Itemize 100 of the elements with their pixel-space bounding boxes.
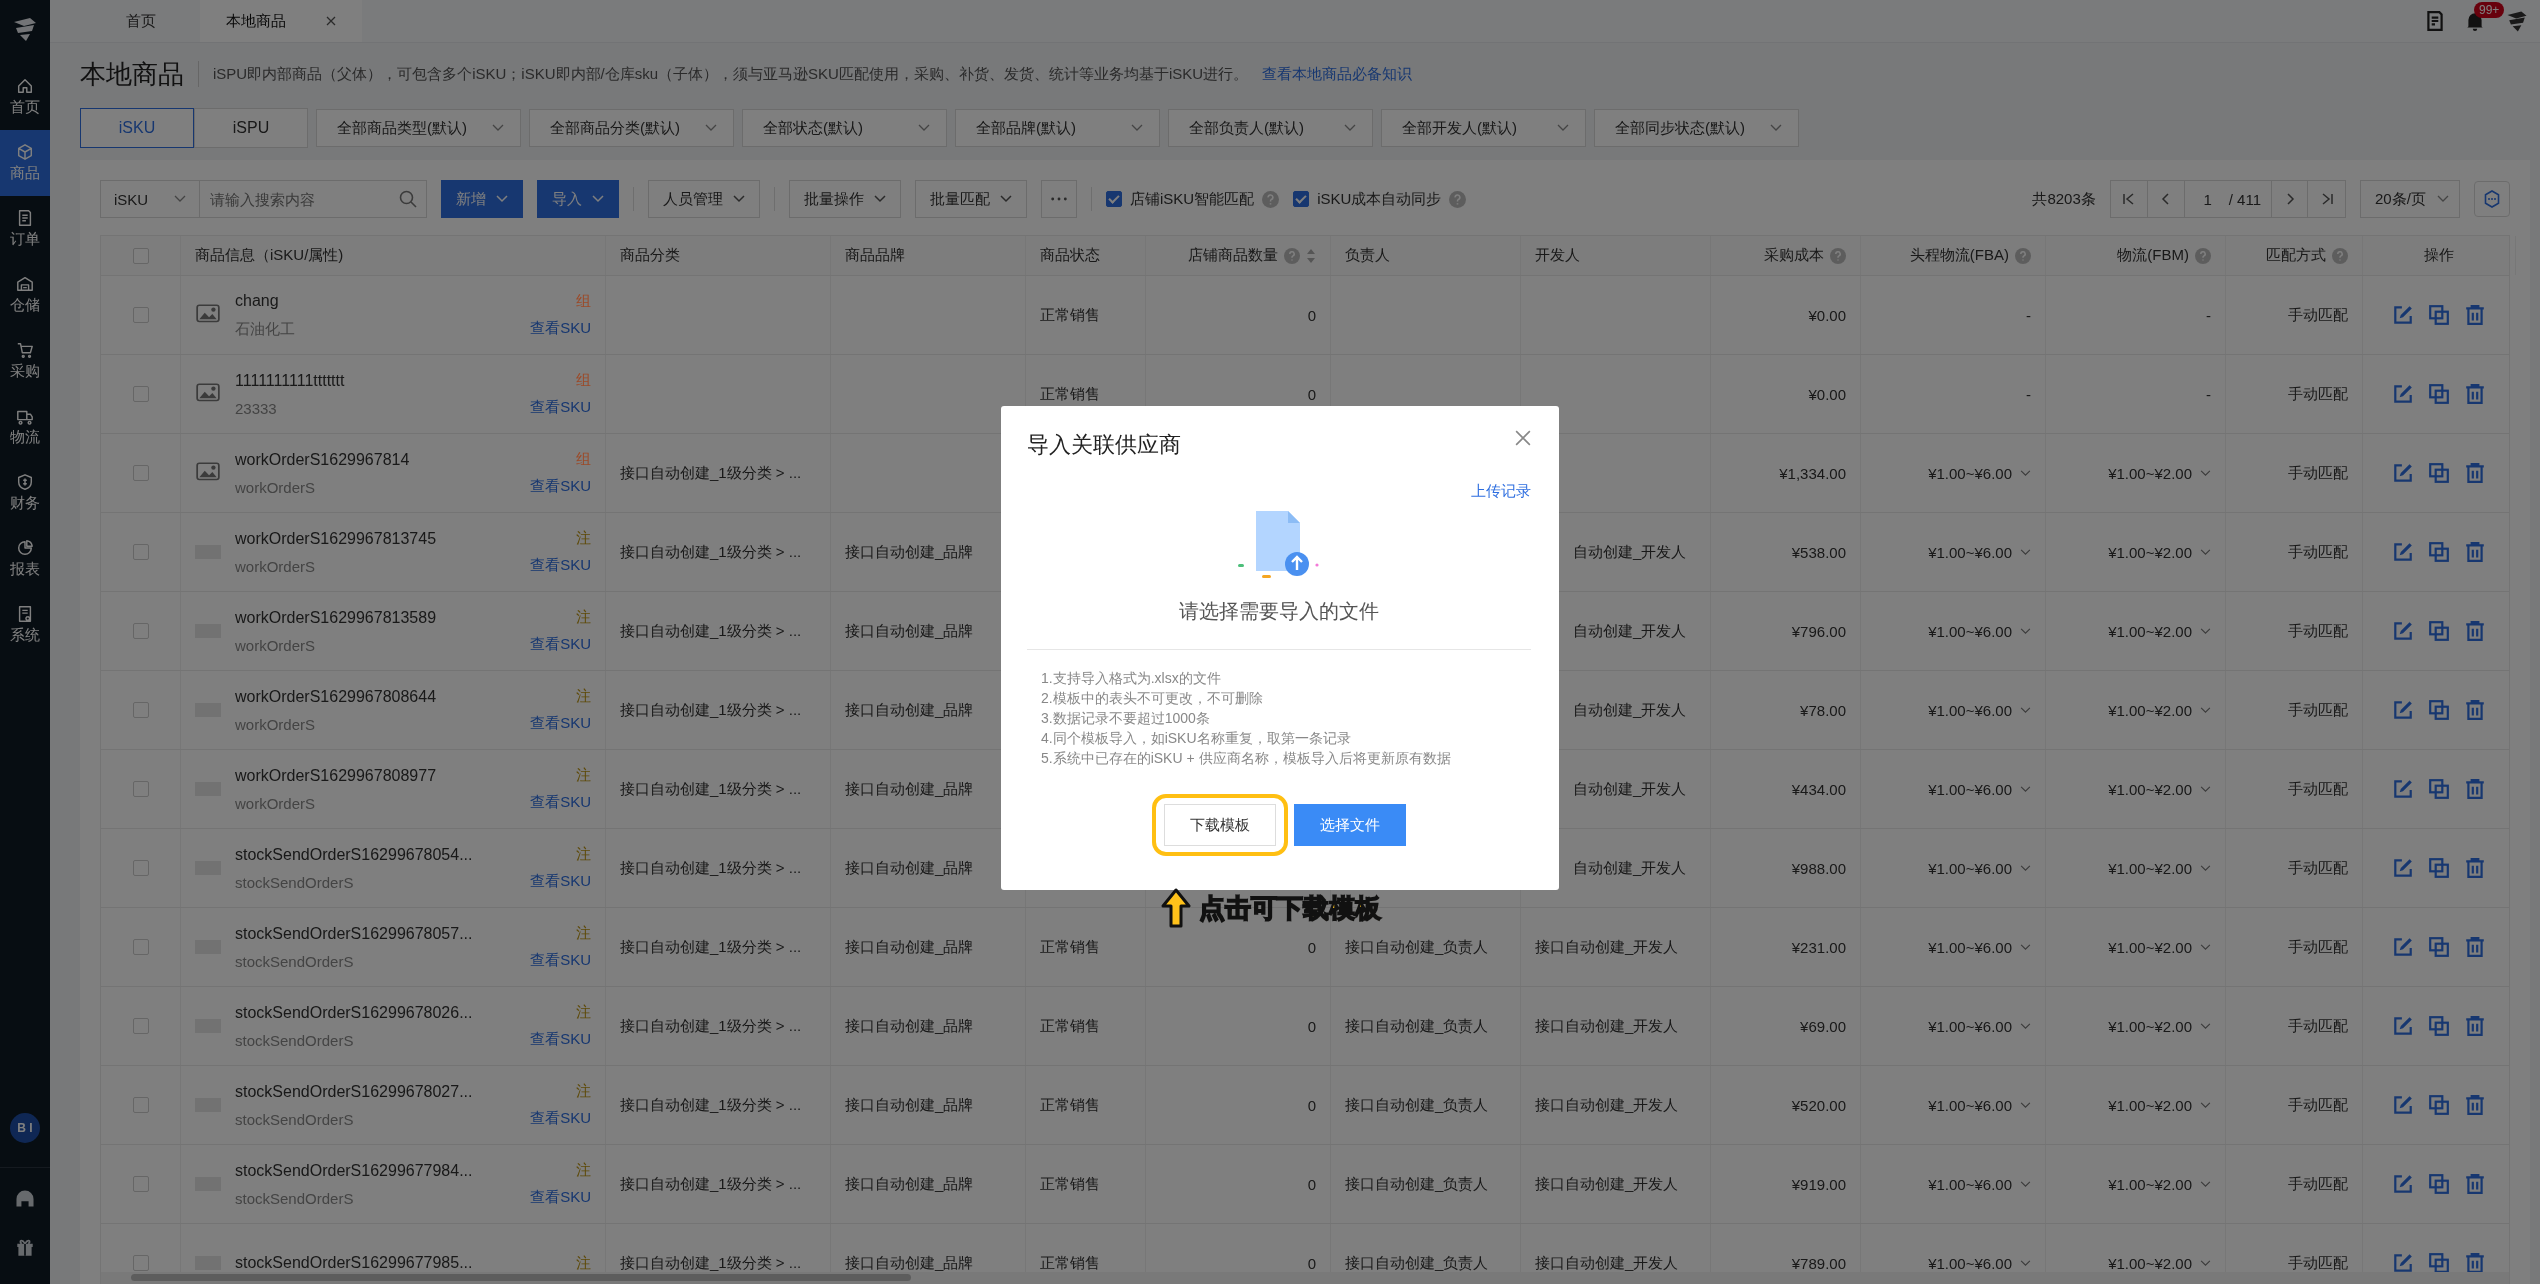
checkbox[interactable] <box>132 465 149 481</box>
copy-icon[interactable] <box>2428 699 2450 721</box>
price-range-dropdown[interactable]: ¥1.00~¥6.00 <box>1928 859 2031 877</box>
view-sku-link[interactable]: 查看SKU <box>530 872 591 891</box>
edit-icon[interactable] <box>2392 1252 2414 1272</box>
price-range-dropdown[interactable]: ¥1.00~¥6.00 <box>1928 1175 2031 1193</box>
notes-icon[interactable] <box>2424 10 2446 32</box>
edit-icon[interactable] <box>2392 1015 2414 1037</box>
dropdown-button[interactable]: 批量匹配 <box>915 180 1027 218</box>
filter-select[interactable]: 全部状态(默认) <box>742 109 947 147</box>
filter-select[interactable]: 全部开发人(默认) <box>1381 109 1586 147</box>
checkbox[interactable] <box>132 781 149 797</box>
edit-icon[interactable] <box>2392 699 2414 721</box>
dropdown-button[interactable]: 人员管理 <box>648 180 760 218</box>
price-range-dropdown[interactable]: ¥1.00~¥2.00 <box>2108 543 2211 561</box>
edit-icon[interactable] <box>2392 778 2414 800</box>
view-sku-link[interactable]: 查看SKU <box>530 319 591 338</box>
sidebar-item[interactable]: 报表 <box>0 526 50 592</box>
copy-icon[interactable] <box>2428 778 2450 800</box>
dropdown-button[interactable]: 批量操作 <box>789 180 901 218</box>
dropdown-button[interactable]: 导入 <box>537 180 619 218</box>
edit-icon[interactable] <box>2392 620 2414 642</box>
view-sku-link[interactable]: 查看SKU <box>530 793 591 812</box>
price-range-dropdown[interactable]: ¥1.00~¥6.00 <box>1928 1096 2031 1114</box>
price-range-dropdown[interactable]: ¥1.00~¥6.00 <box>1928 780 2031 798</box>
edit-icon[interactable] <box>2392 857 2414 879</box>
delete-icon[interactable] <box>2464 936 2486 958</box>
close-icon[interactable] <box>326 16 336 26</box>
sidebar-item[interactable]: 商品 <box>0 130 50 196</box>
checkbox[interactable] <box>132 544 149 560</box>
sidebar-item[interactable]: 物流 <box>0 394 50 460</box>
delete-icon[interactable] <box>2464 620 2486 642</box>
page-tab[interactable]: 首页 <box>100 0 182 42</box>
copy-icon[interactable] <box>2428 541 2450 563</box>
edit-icon[interactable] <box>2392 1173 2414 1195</box>
checkbox[interactable] <box>132 860 149 876</box>
copy-icon[interactable] <box>2428 620 2450 642</box>
sidebar-item[interactable]: 财务 <box>0 460 50 526</box>
filter-select[interactable]: 全部商品类型(默认) <box>316 109 521 147</box>
price-range-dropdown[interactable]: ¥1.00~¥2.00 <box>2108 1175 2211 1193</box>
view-tab[interactable]: iSKU <box>80 108 194 148</box>
help-icon[interactable] <box>2195 247 2211 264</box>
search-field[interactable]: 请输入搜索内容 <box>200 180 390 218</box>
checkbox[interactable] <box>132 307 149 323</box>
page-number-field[interactable]: 1 <box>2194 190 2221 208</box>
price-range-dropdown[interactable]: ¥1.00~¥2.00 <box>2108 780 2211 798</box>
checkbox[interactable] <box>1293 191 1310 207</box>
edit-icon[interactable] <box>2392 304 2414 326</box>
filter-select[interactable]: 全部同步状态(默认) <box>1594 109 1799 147</box>
sidebar-item[interactable]: 仓储 <box>0 262 50 328</box>
delete-icon[interactable] <box>2464 1094 2486 1116</box>
view-sku-link[interactable]: 查看SKU <box>530 1188 591 1207</box>
bi-button[interactable]: B I <box>10 1113 40 1143</box>
price-range-dropdown[interactable]: ¥1.00~¥2.00 <box>2108 464 2211 482</box>
sidebar-item[interactable]: 订单 <box>0 196 50 262</box>
price-range-dropdown[interactable]: ¥1.00~¥6.00 <box>1928 1017 2031 1035</box>
price-range-dropdown[interactable]: ¥1.00~¥6.00 <box>1928 622 2031 640</box>
view-sku-link[interactable]: 查看SKU <box>530 477 591 496</box>
sort-icon[interactable] <box>1306 247 1316 264</box>
price-range-dropdown[interactable]: ¥1.00~¥2.00 <box>2108 701 2211 719</box>
checkbox[interactable] <box>132 1097 149 1113</box>
help-icon[interactable] <box>2015 247 2031 264</box>
next-page-button[interactable] <box>2271 181 2308 217</box>
checkbox[interactable] <box>132 623 149 639</box>
view-sku-link[interactable]: 查看SKU <box>530 635 591 654</box>
filter-select[interactable]: 全部商品分类(默认) <box>529 109 734 147</box>
view-sku-link[interactable]: 查看SKU <box>530 1109 591 1128</box>
price-range-dropdown[interactable]: ¥1.00~¥2.00 <box>2108 1017 2211 1035</box>
page-tab[interactable]: 本地商品 <box>200 0 362 42</box>
checkbox[interactable] <box>132 386 149 402</box>
price-range-dropdown[interactable]: ¥1.00~¥6.00 <box>1928 464 2031 482</box>
search-icon[interactable] <box>398 189 418 209</box>
filter-select[interactable]: 全部品牌(默认) <box>955 109 1160 147</box>
upload-record-link[interactable]: 上传记录 <box>1471 482 1531 501</box>
edit-icon[interactable] <box>2392 462 2414 484</box>
price-range-dropdown[interactable]: ¥1.00~¥6.00 <box>1928 701 2031 719</box>
delete-icon[interactable] <box>2464 778 2486 800</box>
view-sku-link[interactable]: 查看SKU <box>530 398 591 417</box>
price-range-dropdown[interactable]: ¥1.00~¥6.00 <box>1928 938 2031 956</box>
page-size-select[interactable]: 20条/页 <box>2360 180 2460 218</box>
sidebar-item[interactable]: 首页 <box>0 64 50 130</box>
price-range-dropdown[interactable]: ¥1.00~¥2.00 <box>2108 1096 2211 1114</box>
help-link[interactable]: 查看本地商品必备知识 <box>1262 64 1413 84</box>
price-range-dropdown[interactable]: ¥1.00~¥2.00 <box>2108 1254 2211 1272</box>
filter-select[interactable]: 全部负责人(默认) <box>1168 109 1373 147</box>
checkbox[interactable] <box>132 939 149 955</box>
checkbox[interactable] <box>132 247 149 264</box>
help-icon[interactable] <box>1262 190 1280 208</box>
delete-icon[interactable] <box>2464 304 2486 326</box>
copy-icon[interactable] <box>2428 857 2450 879</box>
price-range-dropdown[interactable]: ¥1.00~¥2.00 <box>2108 859 2211 877</box>
view-sku-link[interactable]: 查看SKU <box>530 556 591 575</box>
checkbox[interactable] <box>132 1255 149 1271</box>
price-range-dropdown[interactable]: ¥1.00~¥6.00 <box>1928 1254 2031 1272</box>
delete-icon[interactable] <box>2464 1173 2486 1195</box>
edit-icon[interactable] <box>2392 541 2414 563</box>
copy-icon[interactable] <box>2428 1173 2450 1195</box>
delete-icon[interactable] <box>2464 1252 2486 1272</box>
sidebar-item[interactable]: 系统 <box>0 592 50 658</box>
help-icon[interactable] <box>2332 247 2348 264</box>
